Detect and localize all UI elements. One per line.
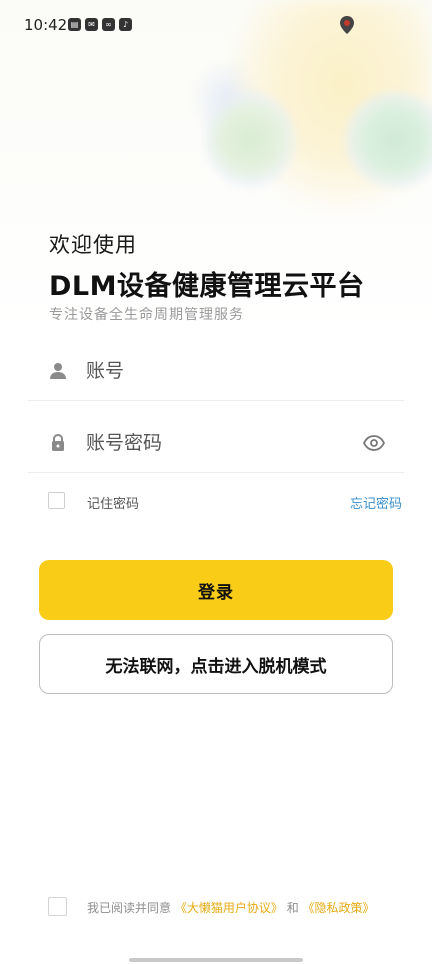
welcome-text: 欢迎使用	[49, 233, 137, 257]
link-icon: ∞	[102, 18, 115, 31]
user-agreement-link[interactable]: 《大懒猫用户协议》	[175, 901, 283, 915]
background-blob	[205, 92, 295, 187]
agreement-connector: 和	[286, 901, 299, 915]
remember-password-label[interactable]: 记住密码	[87, 493, 139, 512]
privacy-policy-link[interactable]: 《隐私政策》	[303, 901, 375, 915]
message-icon: ✉	[85, 18, 98, 31]
agreement-prefix: 我已阅读并同意	[87, 901, 172, 915]
page-title: DLM设备健康管理云平台	[49, 271, 365, 302]
notification-icons: ▤ ✉ ∞ ♪	[68, 18, 132, 31]
login-button-label: 登录	[198, 582, 234, 603]
mail-box-icon: ▤	[68, 18, 81, 31]
agreement-text: 我已阅读并同意 《大懒猫用户协议》 和 《隐私政策》	[87, 899, 375, 916]
forgot-password-link[interactable]: 忘记密码	[350, 493, 402, 512]
offline-mode-button-label: 无法联网，点击进入脱机模式	[105, 656, 327, 677]
status-time: 10:42	[24, 16, 68, 34]
lock-icon	[52, 433, 64, 451]
password-input[interactable]	[86, 426, 356, 460]
user-icon	[50, 363, 66, 379]
agreement-checkbox[interactable]	[48, 897, 67, 916]
status-bar: 10:42 ▤ ✉ ∞ ♪	[0, 0, 432, 50]
account-input[interactable]	[86, 354, 356, 388]
home-indicator[interactable]	[129, 958, 303, 962]
tiktok-icon: ♪	[119, 18, 132, 31]
password-field	[28, 414, 404, 473]
remember-password-checkbox[interactable]	[48, 492, 65, 509]
offline-mode-button[interactable]: 无法联网，点击进入脱机模式	[39, 634, 393, 694]
location-pin-icon	[340, 16, 354, 34]
account-field	[28, 342, 404, 401]
eye-icon[interactable]	[363, 433, 385, 453]
login-button[interactable]: 登录	[39, 560, 393, 620]
page-subtitle: 专注设备全生命周期管理服务	[49, 307, 244, 323]
